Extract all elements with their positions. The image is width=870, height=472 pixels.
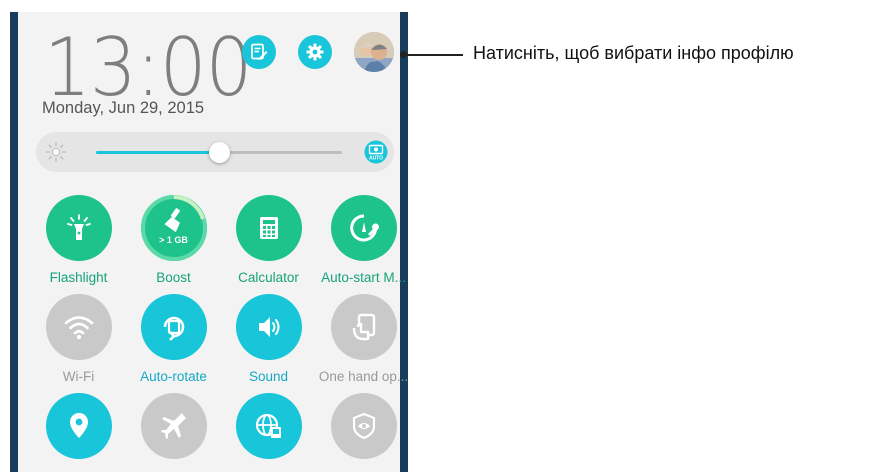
- tile-one-hand-operation[interactable]: One hand op...: [316, 294, 408, 384]
- tile-location[interactable]: [31, 393, 126, 459]
- auto-rotate-icon: [163, 316, 184, 341]
- notepad-icon: [251, 43, 268, 60]
- calculator-icon: [259, 217, 278, 239]
- flashlight-icon: [66, 214, 91, 240]
- tile-label: One hand op...: [318, 369, 408, 384]
- brightness-slider-fill: [96, 151, 219, 154]
- auto-start-manager-icon: [349, 214, 379, 242]
- clock-time: 13:00: [44, 21, 252, 114]
- location-icon: [69, 413, 88, 438]
- tile-label: Boost: [156, 270, 191, 285]
- one-hand-icon: [352, 313, 375, 341]
- tile-label: Calculator: [238, 270, 299, 285]
- tile-auto-start-manager[interactable]: Auto-start M...: [316, 195, 408, 285]
- eye-shield-icon: [352, 412, 375, 440]
- notepad-button[interactable]: [242, 35, 276, 69]
- tile-flashlight[interactable]: Flashlight: [31, 195, 126, 285]
- flashlight-button[interactable]: [45, 195, 112, 261]
- eye-shield-button[interactable]: [330, 393, 397, 459]
- calculator-button[interactable]: [235, 195, 302, 261]
- gear-icon: [306, 43, 324, 61]
- auto-label: AUTO: [369, 156, 383, 162]
- boost-button[interactable]: > 1 GB: [140, 195, 207, 261]
- callout-text: Натисніть, щоб вибрати інфо профілю: [473, 43, 794, 63]
- brightness-icon: [44, 140, 68, 169]
- wifi-icon: [64, 316, 93, 340]
- tile-bluelight-filter[interactable]: [316, 393, 408, 459]
- tile-label: Wi-Fi: [62, 369, 95, 384]
- boost-broom-icon: [163, 208, 180, 233]
- phone-frame: 13:00 Monday, Jun 29, 2015 AUTO Flashlig…: [10, 12, 408, 472]
- sound-icon: [258, 317, 279, 337]
- brightness-bar: AUTO: [36, 132, 394, 172]
- profile-avatar[interactable]: [354, 32, 394, 72]
- one-hand-button[interactable]: [330, 294, 397, 360]
- tile-label: Auto-rotate: [140, 369, 207, 384]
- airplane-button[interactable]: [140, 393, 207, 459]
- tile-network[interactable]: [221, 393, 316, 459]
- location-button[interactable]: [45, 393, 112, 459]
- airplane-icon: [160, 413, 186, 439]
- network-globe-icon: [255, 413, 281, 438]
- wifi-button[interactable]: [45, 294, 112, 360]
- network-button[interactable]: [235, 393, 302, 459]
- sound-button[interactable]: [235, 294, 302, 360]
- settings-button[interactable]: [298, 35, 332, 69]
- auto-start-manager-button[interactable]: [330, 195, 397, 261]
- tile-label: Flashlight: [49, 270, 108, 285]
- clock-date: Monday, Jun 29, 2015: [42, 99, 205, 117]
- callout-pointer-line: [404, 54, 463, 56]
- tile-label: Sound: [248, 369, 289, 384]
- boost-memory-badge: > 1 GB: [159, 235, 188, 245]
- auto-brightness-icon: AUTO: [364, 140, 388, 164]
- tile-auto-rotate[interactable]: Auto-rotate: [126, 294, 221, 384]
- tile-wifi[interactable]: Wi-Fi: [31, 294, 126, 384]
- auto-rotate-button[interactable]: [140, 294, 207, 360]
- auto-brightness-toggle[interactable]: AUTO: [364, 140, 388, 169]
- tile-airplane-mode[interactable]: [126, 393, 221, 459]
- tile-boost[interactable]: > 1 GB Boost: [126, 195, 221, 285]
- quick-settings-panel: 13:00 Monday, Jun 29, 2015 AUTO Flashlig…: [18, 12, 408, 472]
- brightness-slider-thumb[interactable]: [209, 142, 230, 163]
- tile-label: Auto-start M...: [321, 270, 406, 285]
- brightness-slider[interactable]: [96, 142, 342, 163]
- tile-sound[interactable]: Sound: [221, 294, 316, 384]
- tile-calculator[interactable]: Calculator: [221, 195, 316, 285]
